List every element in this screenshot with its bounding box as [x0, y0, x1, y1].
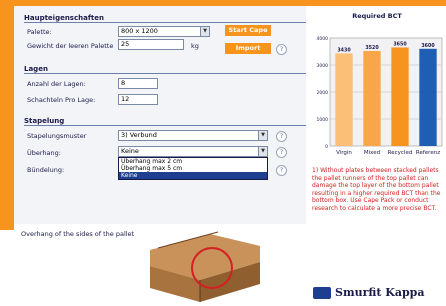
- dropdown-option-selected[interactable]: Keine: [119, 172, 267, 179]
- chevron-down-icon[interactable]: ▼: [200, 27, 209, 36]
- gewicht-input[interactable]: 25: [118, 39, 184, 50]
- gewicht-unit: kg: [191, 42, 199, 50]
- dropdown-option[interactable]: Überhang max 5 cm: [119, 165, 267, 172]
- buendelung-label: Bündelung:: [27, 166, 65, 174]
- data-label: 3650: [393, 41, 407, 47]
- gewicht-label: Gewicht der leeren Palette: [27, 42, 114, 50]
- ueberhang-dropdown-list: Überhang max 2 cm Überhang max 5 cm Kein…: [118, 157, 268, 180]
- help-icon[interactable]: ?: [276, 147, 287, 158]
- section-title-stapelung: Stapelung: [24, 117, 65, 125]
- x-tick-label: Virgin: [336, 150, 352, 156]
- stapelmuster-label: Stapelungsmuster: [27, 132, 87, 140]
- ueberhang-label: Überhang:: [27, 149, 61, 157]
- y-tick-label: 0: [325, 144, 328, 150]
- chart-title: Required BCT: [352, 12, 402, 20]
- x-tick-label: Mixed: [364, 150, 380, 156]
- start-cape-button[interactable]: Start Cape: [225, 25, 271, 36]
- y-tick-label: 2000: [317, 90, 329, 96]
- ueberhang-select[interactable]: Keine ▼: [118, 146, 268, 157]
- stapelmuster-value: 3) Verbund: [121, 131, 157, 139]
- bar: [391, 47, 409, 147]
- palette-select[interactable]: 800 x 1200 ▼: [118, 26, 210, 37]
- bct-chart: 0 1000 2000 3000 4000 3430 Virgin 3520 Mixed 3650…: [317, 36, 443, 156]
- company-logo: Smurfit Kappa: [335, 286, 425, 299]
- ueberhang-value: Keine: [121, 147, 139, 155]
- y-tick-label: 4000: [317, 36, 329, 42]
- y-tick-label: 3000: [317, 63, 329, 69]
- schachteln-label: Schachteln Pro Lage:: [27, 96, 96, 104]
- bar: [419, 48, 437, 146]
- help-icon[interactable]: ?: [276, 44, 287, 55]
- y-tick-label: 1000: [317, 117, 329, 123]
- dropdown-option[interactable]: Überhang max 2 cm: [119, 158, 267, 165]
- section-divider: [24, 22, 306, 23]
- section-divider: [24, 125, 306, 126]
- stapelmuster-select[interactable]: 3) Verbund ▼: [118, 130, 268, 141]
- import-button[interactable]: Import: [225, 43, 271, 54]
- footnote-text: 1) Without plates between stacked pallet…: [312, 167, 441, 212]
- anzahl-label: Anzahl der Lagen:: [27, 80, 86, 88]
- help-icon[interactable]: ?: [276, 165, 287, 176]
- x-tick-label: Referenz: [416, 150, 440, 156]
- section-title-haupt: Haupteigenschaften: [24, 14, 104, 22]
- palette-value: 800 x 1200: [121, 27, 158, 35]
- left-accent-bar: [0, 6, 14, 230]
- x-tick-label: Recycled: [388, 150, 413, 156]
- data-label: 3430: [337, 47, 351, 53]
- pallet-overhang-image: [150, 231, 260, 302]
- help-icon[interactable]: ?: [276, 131, 287, 142]
- schachteln-input[interactable]: 12: [118, 94, 158, 105]
- bar: [335, 53, 353, 146]
- data-label: 3600: [421, 43, 435, 49]
- chevron-down-icon[interactable]: ▼: [258, 131, 267, 140]
- data-label: 3520: [365, 45, 379, 51]
- section-divider: [24, 73, 306, 74]
- logo-mark-icon: [313, 287, 331, 299]
- anzahl-input[interactable]: 8: [118, 78, 158, 89]
- palette-label: Palette:: [27, 28, 52, 36]
- bar: [363, 50, 381, 146]
- section-title-lagen: Lagen: [24, 65, 48, 73]
- chevron-down-icon[interactable]: ▼: [258, 147, 267, 156]
- image-caption: Overhang of the sides of the pallet: [21, 230, 135, 238]
